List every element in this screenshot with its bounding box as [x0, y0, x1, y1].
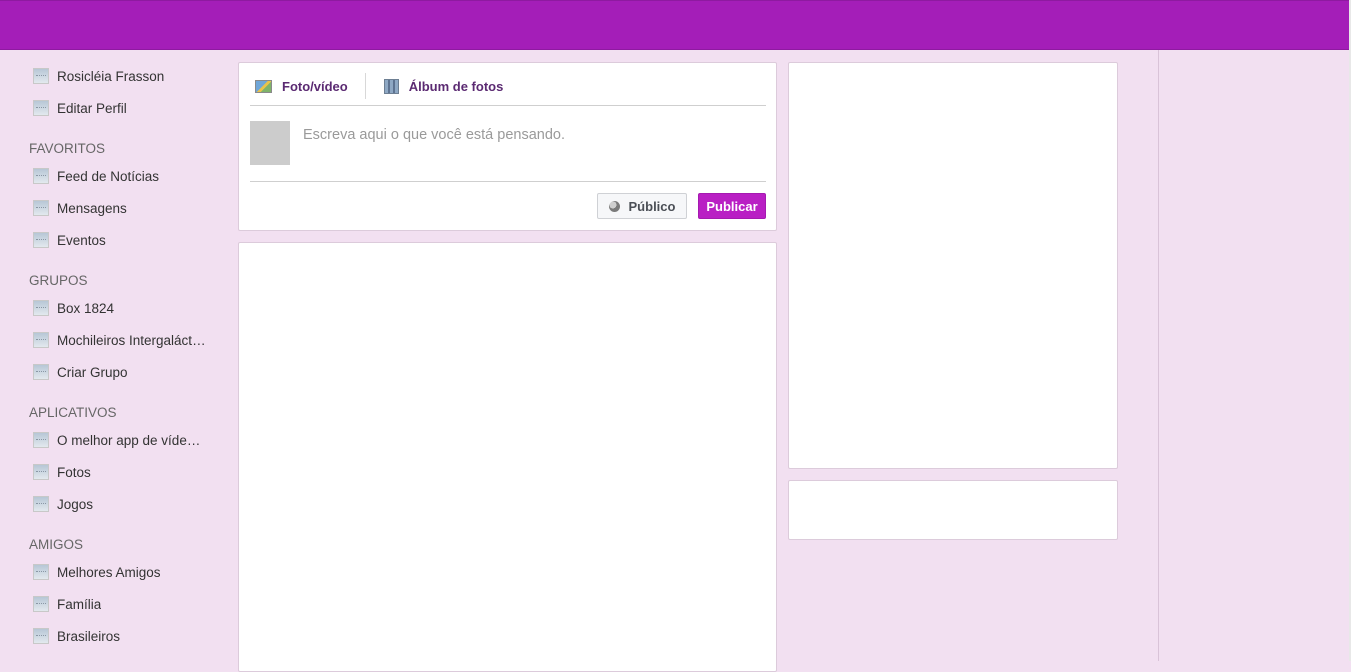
news-feed-icon: [33, 168, 49, 184]
friends-list-icon: [33, 596, 49, 612]
events-icon: [33, 232, 49, 248]
tab-photo-album[interactable]: Álbum de fotos: [366, 73, 504, 99]
sidebar-item-create-group[interactable]: Criar Grupo: [29, 356, 209, 388]
edit-profile-icon: [33, 100, 49, 116]
sidebar-item-games[interactable]: Jogos: [29, 488, 209, 520]
games-icon: [33, 496, 49, 512]
app-icon: [33, 432, 49, 448]
privacy-button[interactable]: Público: [597, 193, 687, 219]
photos-icon: [33, 464, 49, 480]
sidebar-item-news-feed[interactable]: Feed de Notícias: [29, 160, 209, 192]
sidebar-item-events[interactable]: Eventos: [29, 224, 209, 256]
sidebar-item-group-box-1824[interactable]: Box 1824: [29, 292, 209, 324]
status-input[interactable]: [303, 123, 758, 147]
messages-icon: [33, 200, 49, 216]
profile-thumbnail-icon: [33, 68, 49, 84]
sidebar-item-label: Brasileiros: [57, 628, 121, 644]
sidebar-item-label: Mochileiros Intergalácticos: [57, 332, 207, 348]
globe-icon: [608, 200, 620, 212]
group-icon: [33, 332, 49, 348]
sidebar-item-video-app[interactable]: O melhor app de vídeo do mundo: [29, 424, 209, 456]
sidebar-item-label: Rosicléia Frasson: [57, 68, 165, 84]
section-title-favorites: FAVORITOS: [29, 140, 106, 156]
news-feed-panel: [238, 242, 777, 672]
create-group-icon: [33, 364, 49, 380]
sidebar-item-family[interactable]: Família: [29, 588, 209, 620]
sidebar-item-label: Box 1824: [57, 300, 115, 316]
top-navigation-bar: [0, 0, 1349, 50]
composer-divider: [250, 181, 766, 182]
tab-photo-video[interactable]: Foto/vídeo: [250, 73, 366, 99]
group-icon: [33, 300, 49, 316]
sidebar-item-label: Feed de Notícias: [57, 168, 160, 184]
friends-list-icon: [33, 628, 49, 644]
tab-photo-album-label: Álbum de fotos: [408, 78, 504, 94]
section-title-apps: APLICATIVOS: [29, 404, 117, 420]
sidebar-item-label: Melhores Amigos: [57, 564, 161, 580]
sidebar-item-profile[interactable]: Rosicléia Frasson: [29, 60, 209, 92]
friends-list-icon: [33, 564, 49, 580]
left-sidebar: Rosicléia Frasson Editar Perfil FAVORITO…: [29, 60, 209, 652]
sidebar-item-label: Criar Grupo: [57, 364, 128, 380]
sidebar-item-label: Família: [57, 596, 102, 612]
sidebar-item-brazilians[interactable]: Brasileiros: [29, 620, 209, 652]
sidebar-item-label: Editar Perfil: [57, 100, 127, 116]
privacy-label: Público: [628, 198, 676, 214]
right-sidebar-panel-small: [788, 480, 1118, 540]
composer-tabs: Foto/vídeo Álbum de fotos: [250, 73, 766, 106]
sidebar-item-edit-profile[interactable]: Editar Perfil: [29, 92, 209, 124]
sidebar-item-messages[interactable]: Mensagens: [29, 192, 209, 224]
sidebar-item-label: O melhor app de vídeo do mundo: [57, 432, 207, 448]
right-column-divider: [1158, 50, 1159, 661]
section-title-groups: GRUPOS: [29, 272, 88, 288]
sidebar-item-photos[interactable]: Fotos: [29, 456, 209, 488]
post-composer: Foto/vídeo Álbum de fotos Público Public…: [238, 62, 777, 231]
avatar: [250, 121, 290, 165]
photo-icon: [255, 79, 272, 93]
section-title-friends: AMIGOS: [29, 536, 84, 552]
sidebar-item-group-mochileiros[interactable]: Mochileiros Intergalácticos: [29, 324, 209, 356]
sidebar-item-label: Fotos: [57, 464, 91, 480]
sidebar-item-label: Mensagens: [57, 200, 127, 216]
album-icon: [383, 78, 399, 94]
sidebar-item-best-friends[interactable]: Melhores Amigos: [29, 556, 209, 588]
tab-photo-video-label: Foto/vídeo: [282, 78, 348, 94]
publish-button[interactable]: Publicar: [698, 193, 766, 219]
sidebar-item-label: Eventos: [57, 232, 106, 248]
right-sidebar-panel: [788, 62, 1118, 469]
sidebar-item-label: Jogos: [57, 496, 94, 512]
